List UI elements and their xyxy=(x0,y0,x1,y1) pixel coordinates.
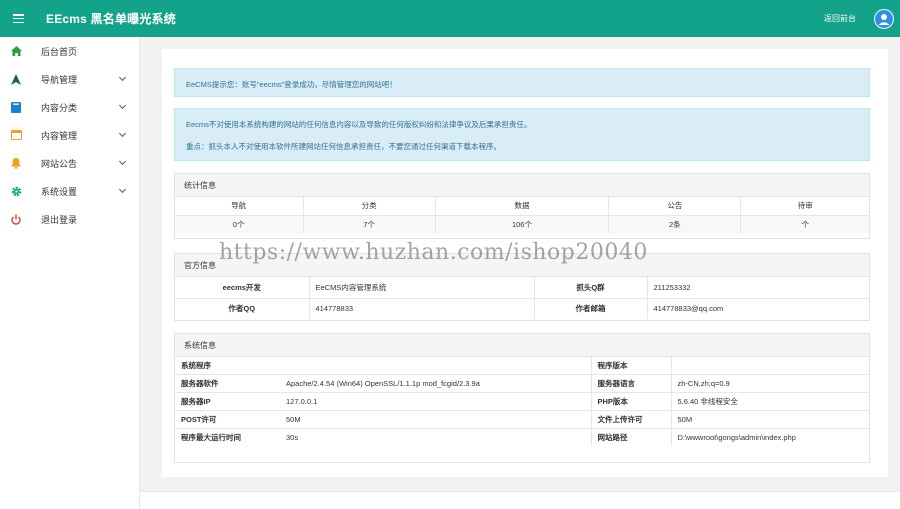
official-value: EeCMS内容管理系统 xyxy=(309,277,535,299)
system-key: 服务器IP xyxy=(175,392,280,411)
sidebar: 后台首页 导航管理 内容分类 内容管理 网站公告 系统设置 退出登录 xyxy=(0,37,140,509)
chevron-down-icon xyxy=(118,129,127,138)
system-key: POST许可 xyxy=(175,410,280,429)
official-value: 211253332 xyxy=(647,277,869,299)
chevron-down-icon xyxy=(118,73,127,82)
sidebar-item-label: 退出登录 xyxy=(41,214,78,225)
system-key: 文件上传许可 xyxy=(590,410,671,429)
stats-header: 数据 xyxy=(435,197,610,216)
system-value: 127.0.0.1 xyxy=(280,392,591,411)
disclaimer-text: Eecms不对使用本系统构建的网站的任何信息内容以及导致的任何版权纠纷和法律争议… xyxy=(186,120,532,129)
stats-table: 导航 分类 数据 公告 待审 0个 7个 106个 2条 个 xyxy=(175,197,869,233)
stats-header: 公告 xyxy=(608,197,742,216)
stats-card-title: 统计信息 xyxy=(175,174,869,197)
main-content: EeCMS提示您：账号"eecms"登录成功，尽情管理您的网站吧！ Eecms不… xyxy=(140,37,900,509)
sidebar-item-announcement[interactable]: 网站公告 xyxy=(0,149,139,177)
system-value xyxy=(670,357,869,376)
sidebar-item-label: 内容分类 xyxy=(41,102,78,113)
system-value: D:\wwwroot\gongs\admin\index.php xyxy=(670,428,869,446)
menu-toggle-button[interactable] xyxy=(0,0,36,37)
system-key: PHP版本 xyxy=(590,392,671,411)
system-key: 程序版本 xyxy=(590,357,671,376)
hamburger-icon xyxy=(12,14,24,23)
official-key: 抓头Q群 xyxy=(534,277,648,299)
stats-value: 0个 xyxy=(175,215,304,233)
system-value xyxy=(280,357,591,376)
footer-bar xyxy=(140,491,900,509)
stats-card: 统计信息 导航 分类 数据 公告 待审 0个 7个 106个 2条 个 xyxy=(174,173,870,239)
sidebar-item-label: 内容管理 xyxy=(41,130,78,141)
system-info-title: 系统信息 xyxy=(175,334,869,357)
system-info-card: 系统信息 系统程序 程序版本 服务器软件 Apache/2.4.54 (Win6… xyxy=(174,333,870,463)
stats-header: 导航 xyxy=(175,197,304,216)
sidebar-item-logout[interactable]: 退出登录 xyxy=(0,205,139,233)
navigation-arrow-icon xyxy=(10,73,22,85)
table-row: 作者QQ 414778833 作者邮箱 414778833@qq.com xyxy=(175,298,869,319)
system-key: 系统程序 xyxy=(175,357,280,376)
avatar[interactable] xyxy=(874,8,894,29)
sidebar-item-label: 导航管理 xyxy=(41,74,78,85)
chevron-down-icon xyxy=(118,101,127,110)
home-icon xyxy=(10,45,22,57)
bell-icon xyxy=(10,157,22,169)
system-value: Apache/2.4.54 (Win64) OpenSSL/1.1.1p mod… xyxy=(280,374,591,394)
welcome-alert: EeCMS提示您：账号"eecms"登录成功，尽情管理您的网站吧！ xyxy=(174,68,870,97)
chevron-down-icon xyxy=(118,157,127,166)
system-key: 网站路径 xyxy=(590,428,671,446)
table-row: POST许可 50M 文件上传许可 50M xyxy=(175,410,869,429)
system-value: 30s xyxy=(286,432,299,442)
official-info-table: eecms开发 EeCMS内容管理系统 抓头Q群 211253332 作者QQ … xyxy=(175,277,869,319)
welcome-alert-text: EeCMS提示您：账号"eecms"登录成功，尽情管理您的网站吧！ xyxy=(186,80,397,89)
window-icon xyxy=(10,129,22,141)
system-value: 50M xyxy=(280,410,591,429)
system-value: zh-CN,zh;q=0.9 xyxy=(670,374,869,394)
sidebar-item-label: 系统设置 xyxy=(41,186,78,197)
system-value: 5.6.40 非线程安全 xyxy=(670,392,869,411)
gear-icon xyxy=(10,185,22,197)
official-value: 414778833@qq.com xyxy=(653,304,724,314)
sidebar-item-label: 网站公告 xyxy=(41,158,78,169)
system-value: 50M xyxy=(670,410,869,429)
stats-header: 分类 xyxy=(303,197,436,216)
user-avatar-icon xyxy=(875,9,893,28)
sidebar-item-settings[interactable]: 系统设置 xyxy=(0,177,139,205)
chevron-down-icon xyxy=(118,185,127,194)
top-bar: EEcms 黑名单曝光系统 返回前台 xyxy=(0,0,900,37)
stats-value: 106个 xyxy=(435,215,610,233)
book-icon xyxy=(10,101,22,113)
official-key: eecms开发 xyxy=(175,277,310,299)
power-icon xyxy=(10,213,22,225)
table-row: 系统程序 程序版本 xyxy=(175,357,869,376)
sidebar-item-content[interactable]: 内容管理 xyxy=(0,121,139,149)
watermark-text: https://www.huzhan.com/ishop20040 xyxy=(219,240,648,265)
sidebar-item-label: 后台首页 xyxy=(41,46,78,57)
app-title: EEcms 黑名单曝光系统 xyxy=(46,12,176,26)
system-key: 服务器语言 xyxy=(590,374,671,394)
official-key: 作者邮箱 xyxy=(534,298,648,319)
sidebar-item-navigation[interactable]: 导航管理 xyxy=(0,65,139,93)
sidebar-item-category[interactable]: 内容分类 xyxy=(0,93,139,121)
table-row: 服务器IP 127.0.0.1 PHP版本 5.6.40 非线程安全 xyxy=(175,392,869,411)
table-row: 服务器软件 Apache/2.4.54 (Win64) OpenSSL/1.1.… xyxy=(175,374,869,394)
system-key: 服务器软件 xyxy=(175,374,280,394)
disclaimer-alert: Eecms不对使用本系统构建的网站的任何信息内容以及导致的任何版权纠纷和法律争议… xyxy=(174,108,870,161)
stats-value: 个 xyxy=(740,215,869,233)
table-row: 程序最大运行时间 30s 网站路径 D:\wwwroot\gongs\admin… xyxy=(175,428,869,446)
stats-header: 待审 xyxy=(740,197,869,216)
system-info-table: 系统程序 程序版本 服务器软件 Apache/2.4.54 (Win64) Op… xyxy=(175,357,869,446)
stats-value: 2条 xyxy=(608,215,742,233)
official-value: 414778833 xyxy=(309,298,535,319)
system-key: 程序最大运行时间 xyxy=(181,432,241,442)
table-row: eecms开发 EeCMS内容管理系统 抓头Q群 211253332 xyxy=(175,277,869,299)
disclaimer-emphasis-text: 重点：抓头本人不对使用本软件所建网站任何信息承担责任，不要您通过任何渠道下载本程… xyxy=(186,142,501,151)
stats-value: 7个 xyxy=(303,215,436,233)
back-to-frontend-link[interactable]: 返回前台 xyxy=(824,13,856,24)
official-key: 作者QQ xyxy=(175,298,310,319)
sidebar-item-home[interactable]: 后台首页 xyxy=(0,37,139,65)
